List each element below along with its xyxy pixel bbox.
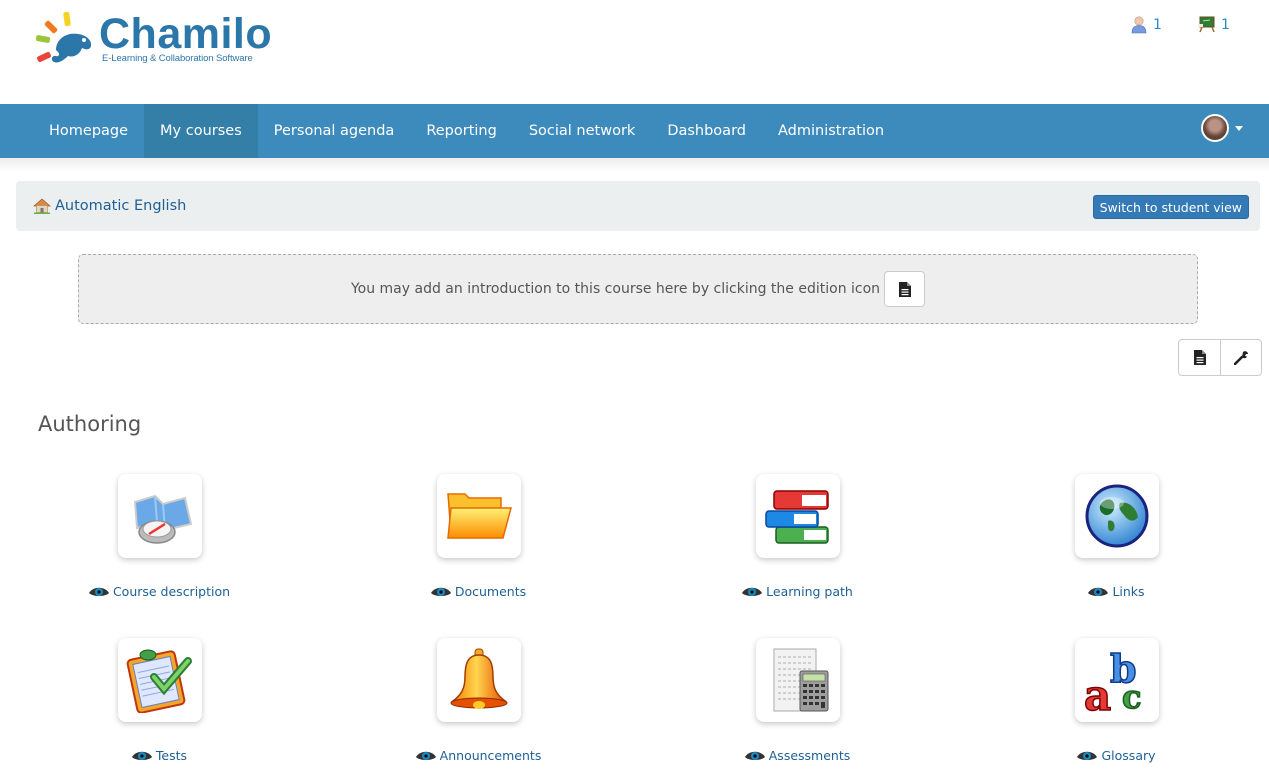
file-text-icon	[898, 281, 911, 297]
online-courses-counter[interactable]: 1	[1197, 16, 1230, 33]
calculator-sheet-icon	[773, 648, 829, 712]
edit-intro-button[interactable]	[884, 271, 926, 307]
nav-item-reporting[interactable]: Reporting	[410, 104, 513, 158]
svg-text:a: a	[1084, 671, 1111, 716]
user-menu-dropdown[interactable]	[1201, 114, 1243, 142]
course-description-edit-button[interactable]	[1179, 340, 1220, 375]
tool-link[interactable]: Links	[986, 584, 1246, 599]
main-navbar: Homepage My courses Personal agenda Repo…	[0, 104, 1269, 158]
tool-label: Course description	[112, 584, 231, 599]
navbar-shadow	[0, 158, 1269, 172]
logo-title: Chamilo	[99, 10, 273, 58]
caret-down-icon	[1235, 125, 1243, 131]
books-icon	[765, 490, 829, 544]
nav-item-my-courses[interactable]: My courses	[144, 104, 258, 158]
tool-label: Documents	[454, 584, 527, 599]
abc-icon: b a c	[1083, 645, 1142, 716]
folder-icon	[447, 493, 512, 539]
tool-icon-button[interactable]	[118, 638, 202, 722]
tool-label: Learning path	[766, 584, 853, 599]
breadcrumb-course-link[interactable]: Automatic English	[33, 198, 186, 214]
tool-links: Links	[986, 474, 1246, 614]
eye-icon	[1077, 751, 1098, 760]
tool-label: Tests	[155, 748, 188, 763]
eye-icon	[1088, 587, 1109, 596]
tool-label: Glossary	[1101, 748, 1156, 763]
tool-link[interactable]: Glossary	[986, 748, 1246, 763]
tool-learning-path: Learning path	[667, 474, 927, 614]
tool-label: Assessments	[768, 748, 851, 763]
tool-icon-button[interactable]	[1075, 474, 1159, 558]
eye-icon	[88, 587, 109, 596]
section-title: Authoring	[38, 412, 142, 436]
user-icon	[1131, 16, 1147, 34]
intro-message: You may add an introduction to this cour…	[350, 281, 881, 297]
tool-link[interactable]: Learning path	[667, 584, 927, 599]
course-name: Automatic English	[55, 198, 187, 214]
nav-item-homepage[interactable]: Homepage	[33, 104, 144, 158]
tool-icon-button[interactable]	[437, 474, 521, 558]
tool-label: Links	[1112, 584, 1145, 599]
globe-icon	[1085, 484, 1149, 548]
tool-tests: Tests	[29, 638, 289, 778]
chamilo-logo[interactable]: Chamilo E-Learning & Collaboration Softw…	[34, 10, 284, 70]
nav-menu: Homepage My courses Personal agenda Repo…	[33, 104, 900, 158]
svg-text:c: c	[1122, 678, 1141, 716]
tool-link[interactable]: Tests	[29, 748, 289, 763]
chameleon-logo-icon	[35, 11, 92, 63]
quiz-checklist-icon	[126, 649, 192, 713]
tool-link[interactable]: Announcements	[348, 748, 608, 763]
nav-item-dashboard[interactable]: Dashboard	[651, 104, 762, 158]
logo-subtitle: E-Learning & Collaboration Software	[102, 53, 253, 64]
online-courses-count: 1	[1221, 16, 1230, 33]
tool-link[interactable]: Course description	[29, 584, 289, 599]
header: Chamilo E-Learning & Collaboration Softw…	[0, 0, 1269, 104]
compass-map-icon	[133, 494, 193, 544]
online-users-counter[interactable]: 1	[1131, 16, 1162, 34]
avatar	[1201, 114, 1229, 142]
file-text-icon	[1193, 350, 1206, 365]
tool-icon-button[interactable]	[118, 474, 202, 558]
bell-icon	[450, 648, 508, 709]
tool-glossary: b a c Glossary	[986, 638, 1246, 778]
tool-documents: Documents	[348, 474, 608, 614]
course-actions-group	[1178, 339, 1262, 376]
tool-icon-button[interactable]	[756, 638, 840, 722]
switch-to-student-view-button[interactable]: Switch to student view	[1092, 195, 1249, 219]
tool-announcements: Announcements	[348, 638, 608, 778]
tool-course-description: Course description	[29, 474, 289, 614]
eye-icon	[430, 587, 451, 596]
eye-icon	[742, 587, 763, 596]
nav-item-administration[interactable]: Administration	[762, 104, 900, 158]
wrench-icon	[1233, 351, 1248, 365]
online-users-count: 1	[1153, 17, 1162, 33]
tool-link[interactable]: Documents	[348, 584, 608, 599]
tool-label: Announcements	[439, 748, 542, 763]
eye-icon	[744, 751, 765, 760]
tool-icon-button[interactable]	[437, 638, 521, 722]
tool-link[interactable]: Assessments	[667, 748, 927, 763]
course-settings-button[interactable]	[1220, 340, 1261, 375]
chalkboard-icon	[1198, 16, 1215, 33]
course-breadcrumb-bar: Automatic English Switch to student view	[16, 181, 1260, 231]
nav-item-social-network[interactable]: Social network	[513, 104, 651, 158]
nav-item-personal-agenda[interactable]: Personal agenda	[258, 104, 411, 158]
eye-icon	[415, 751, 436, 760]
course-intro-box: You may add an introduction to this cour…	[78, 254, 1198, 324]
eye-icon	[131, 751, 152, 760]
tool-icon-button[interactable]: b a c	[1075, 638, 1159, 722]
home-icon	[33, 198, 51, 214]
tool-icon-button[interactable]	[756, 474, 840, 558]
tool-assessments: Assessments	[667, 638, 927, 778]
